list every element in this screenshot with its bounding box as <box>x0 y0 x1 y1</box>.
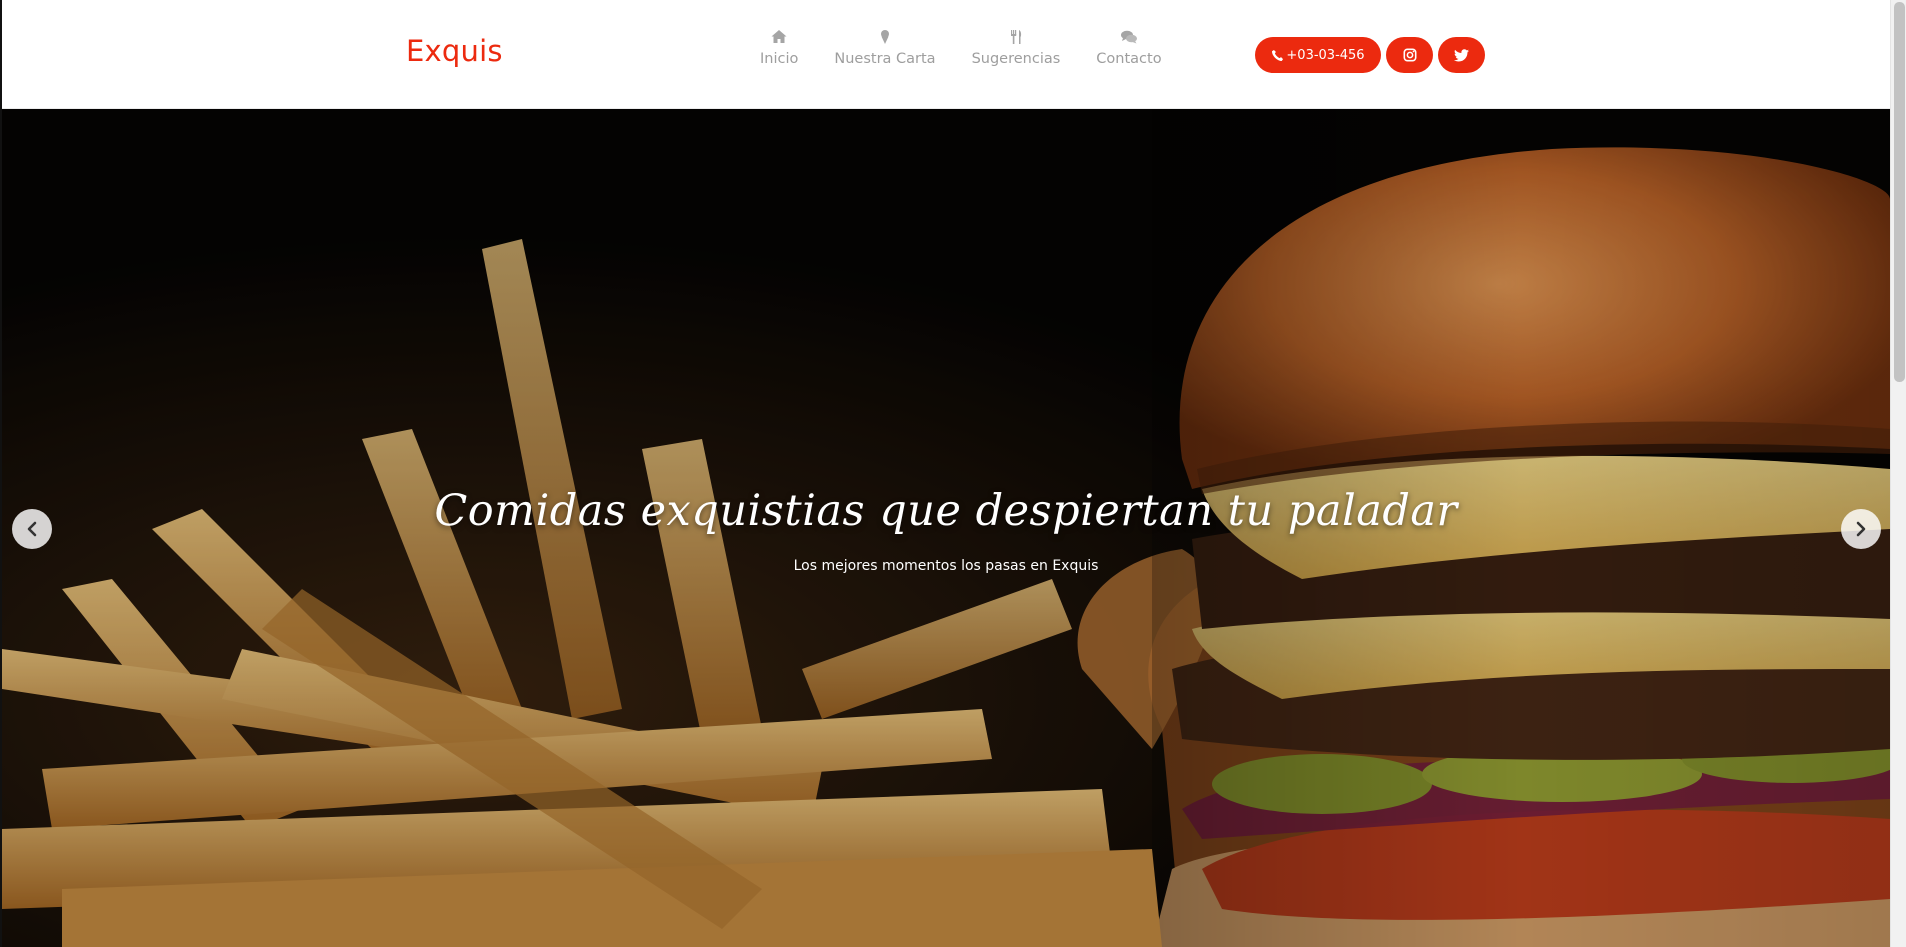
scrollbar-thumb[interactable] <box>1894 2 1905 382</box>
hero-title: Comidas exquistias que despiertan tu pal… <box>434 486 1458 536</box>
brand-logo[interactable]: Exquis <box>406 34 503 68</box>
twitter-icon <box>1454 48 1469 61</box>
phone-button[interactable]: +03-03-456 <box>1255 37 1381 73</box>
page-scrollbar[interactable] <box>1890 0 1906 947</box>
nav-item-nuestra-carta[interactable]: Nuestra Carta <box>816 28 953 67</box>
nav-label: Inicio <box>760 51 799 67</box>
cutlery-icon <box>1010 30 1022 44</box>
comments-icon <box>1120 30 1137 44</box>
nav-item-inicio[interactable]: Inicio <box>742 28 816 67</box>
instagram-icon <box>1403 48 1416 62</box>
carousel-prev-button[interactable] <box>12 509 52 549</box>
nav-item-contacto[interactable]: Contacto <box>1078 28 1179 67</box>
chevron-left-icon <box>27 521 37 537</box>
social-buttons: +03-03-456 <box>1255 37 1485 73</box>
nav-label: Nuestra Carta <box>834 51 936 67</box>
carousel-next-button[interactable] <box>1841 509 1881 549</box>
nav-label: Contacto <box>1096 51 1162 67</box>
phone-icon <box>1272 49 1284 61</box>
hero-subtitle: Los mejores momentos los pasas en Exquis <box>793 558 1099 574</box>
main-nav: Inicio Nuestra Carta Sugerencias Contact… <box>742 28 1180 67</box>
phone-number: +03-03-456 <box>1286 47 1365 63</box>
site-header: Exquis Inicio Nuestra Carta Sugerencias … <box>2 0 1890 109</box>
nav-label: Sugerencias <box>971 51 1061 67</box>
ice-cream-icon <box>880 30 889 44</box>
chevron-right-icon <box>1856 521 1866 537</box>
nav-item-sugerencias[interactable]: Sugerencias <box>954 28 1079 67</box>
hero-carousel: Comidas exquistias que despiertan tu pal… <box>2 109 1890 947</box>
instagram-button[interactable] <box>1386 37 1433 73</box>
home-icon <box>771 30 787 43</box>
twitter-button[interactable] <box>1438 37 1485 73</box>
page: Exquis Inicio Nuestra Carta Sugerencias … <box>0 0 1906 947</box>
